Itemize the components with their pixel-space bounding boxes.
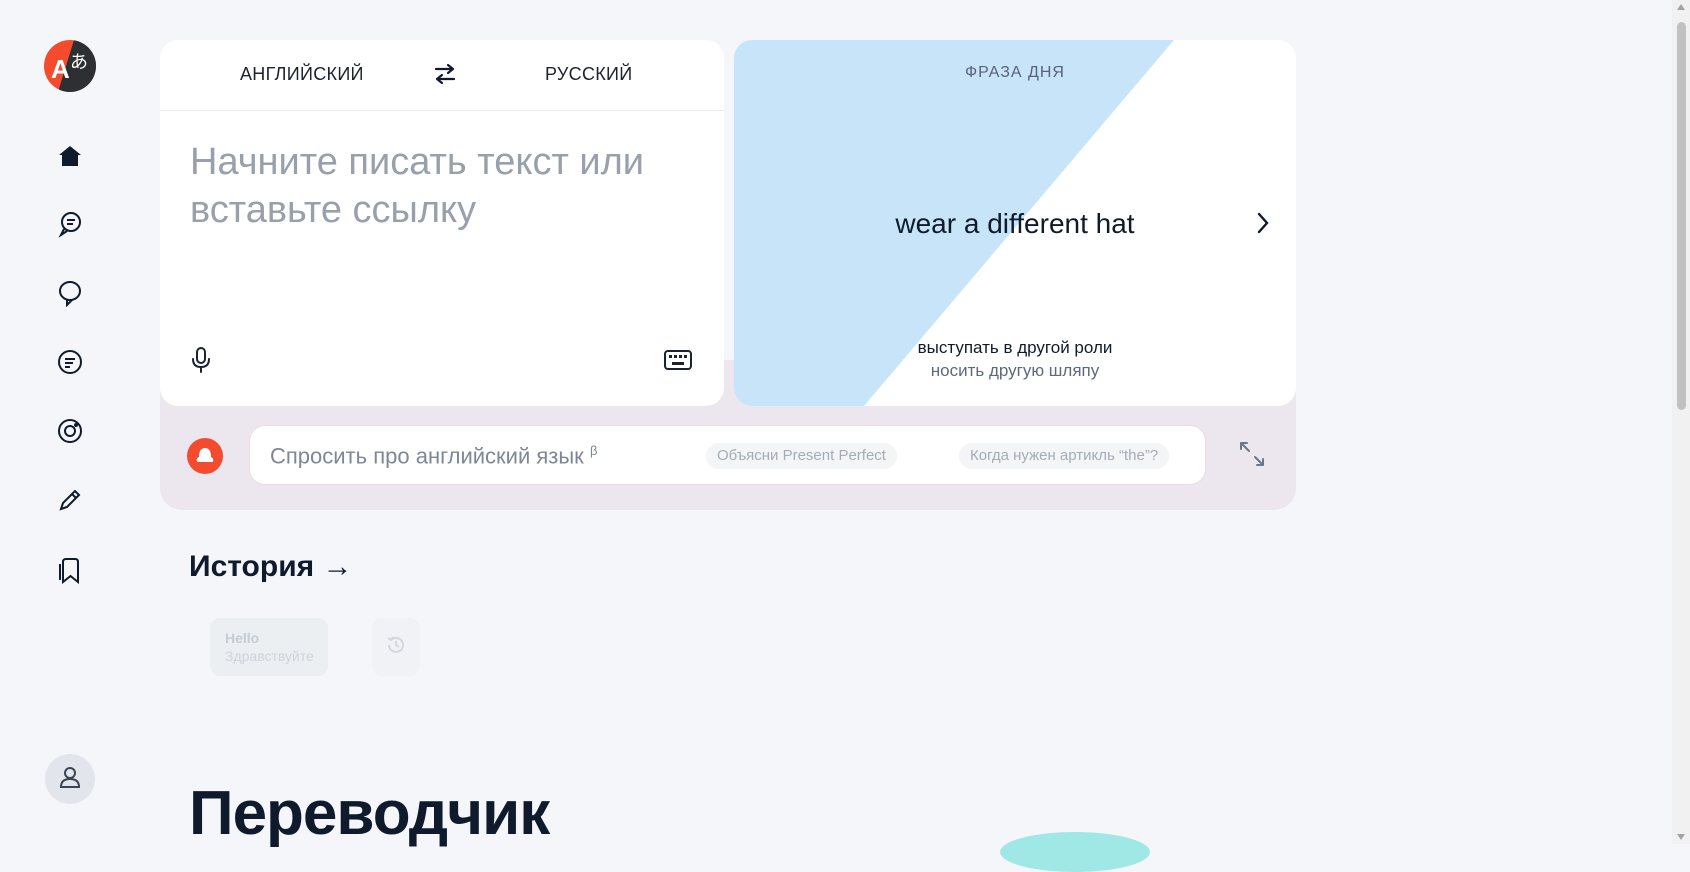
history-icon [386,635,406,660]
suggestion-chip-present-perfect[interactable]: Объясни Present Perfect [706,443,897,469]
scroll-down-arrow-icon[interactable] [1677,834,1685,840]
chevron-right-icon [1256,211,1270,240]
scroll-thumb[interactable] [1677,22,1686,410]
microphone-button[interactable] [190,346,212,379]
suggestion-chip-article[interactable]: Когда нужен артикль “the”? [959,443,1170,469]
keyboard-icon [664,350,692,374]
history-item[interactable]: Hello Здравствуйте [210,618,328,676]
keyboard-button[interactable] [664,350,692,375]
chat-bubbles-icon [56,210,84,243]
speech-bubble-icon [56,279,84,312]
history-more-button[interactable] [372,618,420,676]
source-text-input[interactable]: Начните писать текст или вставьте ссылку [190,138,670,234]
phrase-translation-primary: выступать в другой роли [917,338,1113,357]
translator-card: АНГЛИЙСКИЙ РУССКИЙ Начните писать текст … [160,40,724,406]
camera-icon [56,417,84,450]
microphone-icon [190,347,212,378]
sidebar-item-home[interactable] [52,140,88,176]
user-icon [57,764,83,795]
sidebar-item-camera[interactable] [52,415,88,451]
page-title: Переводчик [189,779,550,848]
pencil-icon [57,487,83,518]
ask-assistant-input[interactable]: Спросить про английский язык β Объясни P… [249,425,1206,485]
expand-button[interactable] [1236,440,1268,472]
ask-placeholder: Спросить про английский язык β [270,443,598,469]
home-icon [57,143,83,174]
target-language-button[interactable]: РУССКИЙ [545,64,633,85]
sidebar: A あ [0,0,140,844]
page-scrollbar[interactable] [1672,0,1690,844]
source-language-button[interactable]: АНГЛИЙСКИЙ [240,64,364,85]
translate-logo-icon[interactable]: A あ [44,40,96,92]
phrase-text: wear a different hat [895,208,1135,239]
expand-arrows-icon [1238,440,1266,473]
next-phrase-button[interactable] [1248,210,1278,240]
phrase-label: ФРАЗА ДНЯ [965,64,1065,81]
svg-text:A: A [51,54,70,84]
profile-button[interactable] [45,754,95,804]
decorative-shape [1000,832,1150,872]
sidebar-item-write[interactable] [52,484,88,520]
message-lines-icon [56,348,84,381]
scroll-up-arrow-icon[interactable] [1677,4,1685,10]
history-item-translation: Здравствуйте [225,648,314,664]
phrase-of-day-card[interactable]: ФРАЗА ДНЯ wear a different hat выступать… [734,40,1296,406]
swap-languages-button[interactable] [430,62,460,90]
phrase-translation-literal: носить другую шляпу [930,361,1100,380]
history-item-source: Hello [225,630,260,646]
sidebar-item-collections[interactable] [52,554,88,590]
bookmarks-icon [57,556,83,589]
sidebar-item-dialog[interactable] [52,208,88,244]
language-bar: АНГЛИЙСКИЙ РУССКИЙ [160,40,724,111]
svg-text:あ: あ [70,52,88,73]
swap-arrows-icon [433,63,457,90]
sidebar-item-chat[interactable] [52,277,88,313]
alice-assistant-icon[interactable] [187,438,223,474]
history-link[interactable]: История → [189,550,353,584]
sidebar-item-messages[interactable] [52,346,88,382]
